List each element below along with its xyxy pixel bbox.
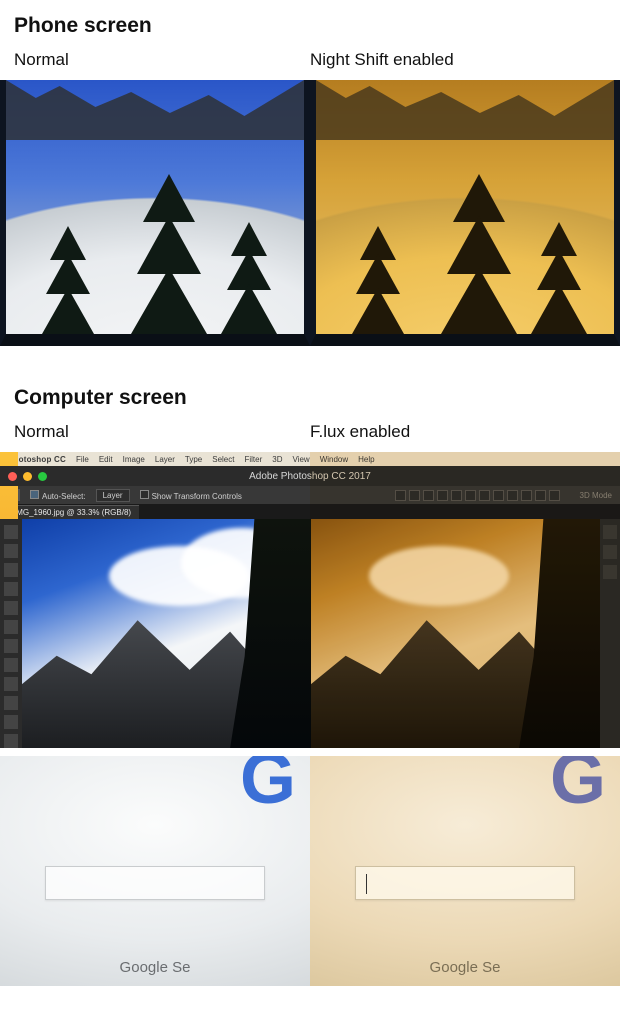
photoshop-tabbar: IMG_1960.jpg @ 33.3% (RGB/8): [0, 504, 620, 519]
google-search-input[interactable]: [355, 866, 575, 900]
align-icon[interactable]: [395, 490, 406, 501]
photoshop-right-dock: [600, 519, 620, 748]
align-icon[interactable]: [409, 490, 420, 501]
google-comparison: G Google Se G Google Se: [0, 756, 620, 986]
computer-normal-label: Normal: [14, 422, 310, 442]
tool-icon[interactable]: [4, 563, 18, 577]
document-tab[interactable]: IMG_1960.jpg @ 33.3% (RGB/8): [6, 505, 139, 519]
tool-icon[interactable]: [4, 715, 18, 729]
mac-menu-layer[interactable]: Layer: [155, 455, 175, 464]
phone-normal-pane: [0, 80, 310, 346]
phone-section-title: Phone screen: [0, 0, 620, 44]
distribute-icon[interactable]: [521, 490, 532, 501]
distribute-icon[interactable]: [549, 490, 560, 501]
panel-icon[interactable]: [603, 545, 617, 559]
3d-mode-label: 3D Mode: [580, 491, 612, 500]
canvas-flux-half: [311, 519, 600, 748]
photoshop-window-title: Adobe Photoshop CC 2017: [0, 471, 620, 482]
computer-subtitles: Normal F.lux enabled: [0, 416, 620, 452]
google-flux-pane: G Google Se: [310, 756, 620, 986]
distribute-icon[interactable]: [535, 490, 546, 501]
computer-section-title: Computer screen: [0, 372, 620, 416]
google-logo-fragment: G: [240, 756, 292, 820]
auto-select-checkbox[interactable]: [30, 490, 39, 499]
align-icons: [392, 490, 560, 501]
panel-icon[interactable]: [603, 565, 617, 579]
photoshop-screenshot: Photoshop CC File Edit Image Layer Type …: [0, 452, 620, 748]
mac-menu-select[interactable]: Select: [212, 455, 234, 464]
mac-menu-filter[interactable]: Filter: [244, 455, 262, 464]
phone-normal-label: Normal: [14, 50, 310, 70]
align-icon[interactable]: [437, 490, 448, 501]
google-logo-fragment: G: [550, 756, 602, 820]
phone-warm-pane: [310, 80, 620, 346]
tool-icon[interactable]: [4, 677, 18, 691]
tool-icon[interactable]: [4, 696, 18, 710]
auto-select-label: Auto-Select:: [42, 492, 86, 501]
align-icon[interactable]: [451, 490, 462, 501]
phone-subtitles: Normal Night Shift enabled: [0, 44, 620, 80]
mac-menu-file[interactable]: File: [76, 455, 89, 464]
google-search-button-fragment[interactable]: Google Se: [430, 959, 501, 976]
google-normal-pane: G Google Se: [0, 756, 310, 986]
mac-menu-edit[interactable]: Edit: [99, 455, 113, 464]
google-search-button-fragment[interactable]: Google Se: [120, 959, 191, 976]
mac-menubar: Photoshop CC File Edit Image Layer Type …: [0, 452, 620, 466]
show-transform-checkbox[interactable]: [140, 490, 149, 499]
mac-menu-window[interactable]: Window: [320, 455, 348, 464]
mac-menu-image[interactable]: Image: [123, 455, 145, 464]
align-icon[interactable]: [423, 490, 434, 501]
photoshop-options-bar: Auto-Select: Layer Show Transform Contro…: [0, 486, 620, 504]
photoshop-tools-panel: [0, 519, 22, 748]
tool-icon[interactable]: [4, 639, 18, 653]
tool-icon[interactable]: [4, 525, 18, 539]
tool-icon[interactable]: [4, 620, 18, 634]
distribute-icon[interactable]: [507, 490, 518, 501]
distribute-icon[interactable]: [479, 490, 490, 501]
phone-warm-label: Night Shift enabled: [310, 50, 606, 70]
tool-icon[interactable]: [4, 544, 18, 558]
google-search-input[interactable]: [45, 866, 265, 900]
photoshop-window: Adobe Photoshop CC 2017 Auto-Select: Lay…: [0, 466, 620, 748]
photoshop-titlebar: Adobe Photoshop CC 2017: [0, 466, 620, 486]
text-caret-icon: [366, 874, 367, 894]
show-transform-label: Show Transform Controls: [152, 492, 242, 501]
photoshop-canvas: [22, 519, 600, 748]
tool-icon[interactable]: [4, 734, 18, 748]
auto-select-target-dropdown[interactable]: Layer: [96, 489, 130, 502]
mac-menu-3d[interactable]: 3D: [272, 455, 282, 464]
phone-comparison: [0, 80, 620, 346]
tool-icon[interactable]: [4, 658, 18, 672]
tool-icon[interactable]: [4, 601, 18, 615]
canvas-normal-half: [22, 519, 311, 748]
panel-icon[interactable]: [603, 525, 617, 539]
distribute-icon[interactable]: [493, 490, 504, 501]
mac-menu-type[interactable]: Type: [185, 455, 202, 464]
tool-icon[interactable]: [4, 582, 18, 596]
computer-warm-label: F.lux enabled: [310, 422, 606, 442]
mac-menu-view[interactable]: View: [292, 455, 309, 464]
align-icon[interactable]: [465, 490, 476, 501]
mac-menu-help[interactable]: Help: [358, 455, 374, 464]
